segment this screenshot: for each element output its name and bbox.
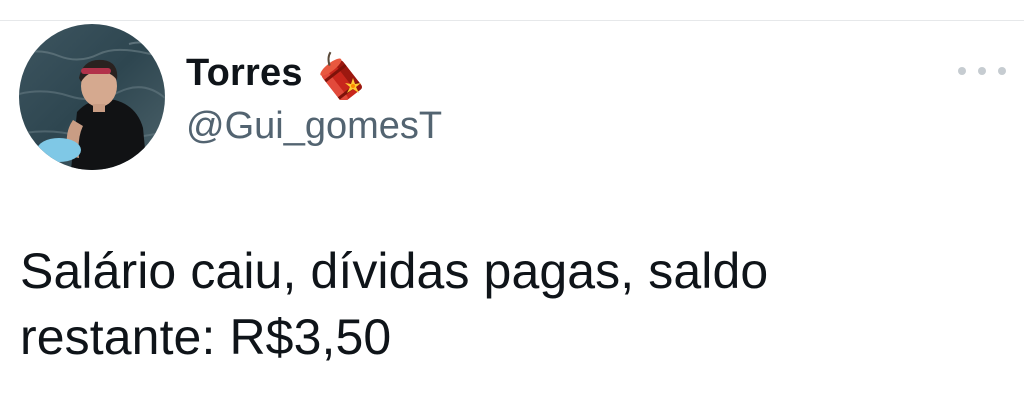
more-horizontal-icon-dot xyxy=(998,67,1006,75)
tweet-card: Torres @Gui_gomesT Salário caiu, dívidas… xyxy=(0,0,1024,407)
more-horizontal-icon xyxy=(958,67,966,75)
name-row: Torres xyxy=(186,46,442,103)
profile-photo xyxy=(19,24,165,170)
author-block: Torres @Gui_gomesT xyxy=(186,48,442,148)
avatar[interactable] xyxy=(19,24,165,170)
more-options-button[interactable] xyxy=(958,58,1006,84)
firecracker-icon xyxy=(315,46,367,103)
tweet-text: Salário caiu, dívidas pagas, saldo resta… xyxy=(20,238,1000,370)
tweet-text-line: restante: R$3,50 xyxy=(20,309,392,365)
more-horizontal-icon-dot xyxy=(978,67,986,75)
tweet-text-line: Salário caiu, dívidas pagas, saldo xyxy=(20,243,769,299)
user-handle[interactable]: @Gui_gomesT xyxy=(186,104,442,148)
display-name[interactable]: Torres xyxy=(186,48,303,98)
